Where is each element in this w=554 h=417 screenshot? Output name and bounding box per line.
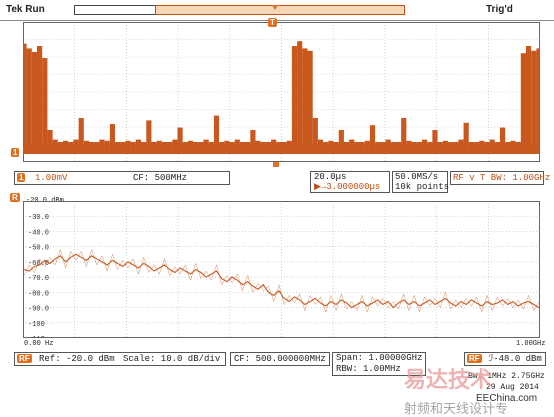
date-stamp: 29 Aug 2014 (486, 383, 539, 392)
y-tick-label: -90.0 (28, 306, 49, 314)
trigger-status: Trig'd (486, 4, 513, 15)
time-trace-bar (291, 46, 298, 154)
watermark-cn: 易达技术 (404, 368, 493, 393)
graticule-frame (23, 201, 540, 338)
sample-rate: 50.0MS/s (395, 172, 439, 182)
noise-floor (24, 145, 539, 154)
y-tick-label: -70.0 (28, 275, 49, 283)
rf-bandwidth: RF v T BW: 1.00GHz (453, 173, 551, 183)
marker-level: ℐ-48.0 dBm (489, 354, 542, 364)
freq-start-label: 0.00 Hz (24, 340, 54, 348)
timebase-value: 20.0µs (314, 172, 347, 182)
time-cf: CF: 500MHz (133, 173, 188, 183)
vertical-scale: Scale: 10.0 dB/div (123, 354, 221, 364)
time-trace-bar (42, 58, 48, 154)
channel1-badge: 1 (17, 173, 26, 182)
y-tick-label: -30.0 (28, 214, 49, 222)
y-tick-label: -100 (28, 321, 45, 329)
channel1-scale: 1.00mV (35, 173, 68, 183)
trigger-delay: ▶→3.000000µs (314, 182, 381, 192)
acquisition-readout[interactable]: 50.0MS/s 10k points (392, 171, 450, 193)
record-view-window[interactable] (155, 5, 405, 15)
rbw-value: RBW: 1.00MHz (336, 364, 401, 374)
time-trace-bar (520, 53, 526, 155)
spectrum-trace (23, 253, 540, 309)
time-trace-bar (531, 50, 537, 154)
time-trace-bar (297, 41, 303, 155)
y-tick-label: -50.0 (28, 245, 49, 253)
y-tick-label: -40.0 (28, 229, 49, 237)
center-frequency: CF: 500.000000MHz (234, 354, 326, 364)
time-trace-bar (23, 43, 27, 154)
trigger-position-icon: T (268, 18, 277, 27)
rf-vs-time-readout[interactable]: RF v T BW: 1.00GHz (450, 171, 550, 185)
time-trace-bar (302, 48, 308, 154)
time-trace-bar (525, 46, 532, 154)
channel1-ground-icon: 1 (11, 148, 20, 157)
header-bar: Tek Run Trig'd (0, 0, 554, 21)
trigger-marker-icon (272, 5, 278, 10)
time-trace-bar (31, 52, 38, 154)
spectrum-trace-detail (23, 248, 540, 313)
reference-level: Ref: -20.0 dBm (39, 354, 115, 364)
reference-readout[interactable]: RF Ref: -20.0 dBm Scale: 10.0 dB/div (14, 352, 226, 366)
time-domain-plot[interactable] (23, 22, 540, 162)
time-trace-bar (307, 50, 313, 154)
trigger-point-marker (273, 162, 279, 167)
channel1-readout[interactable]: 1 1.00mV CF: 500MHz (14, 171, 230, 185)
y-tick-label: -80.0 (28, 290, 49, 298)
reference-level-icon: R (10, 193, 20, 202)
record-length: 10k points (395, 182, 450, 192)
run-status: Tek Run (6, 4, 45, 15)
time-trace-bar (37, 46, 43, 154)
freq-end-label: 1.00GHz (516, 340, 546, 348)
watermark-sub: 射频和天线设计专 (404, 402, 509, 417)
timebase-readout[interactable]: 20.0µs ▶→3.000000µs (310, 171, 390, 193)
time-trace-bar (26, 48, 32, 154)
y-tick-label: -110 (28, 336, 45, 338)
rf-badge: RF (17, 354, 32, 363)
frequency-domain-plot[interactable]: -30.0-40.0-50.0-60.0-70.0-80.0-90.0-100-… (23, 201, 540, 338)
time-trace-bar (536, 48, 540, 154)
center-frequency-readout[interactable]: CF: 500.000000MHz (230, 352, 330, 366)
